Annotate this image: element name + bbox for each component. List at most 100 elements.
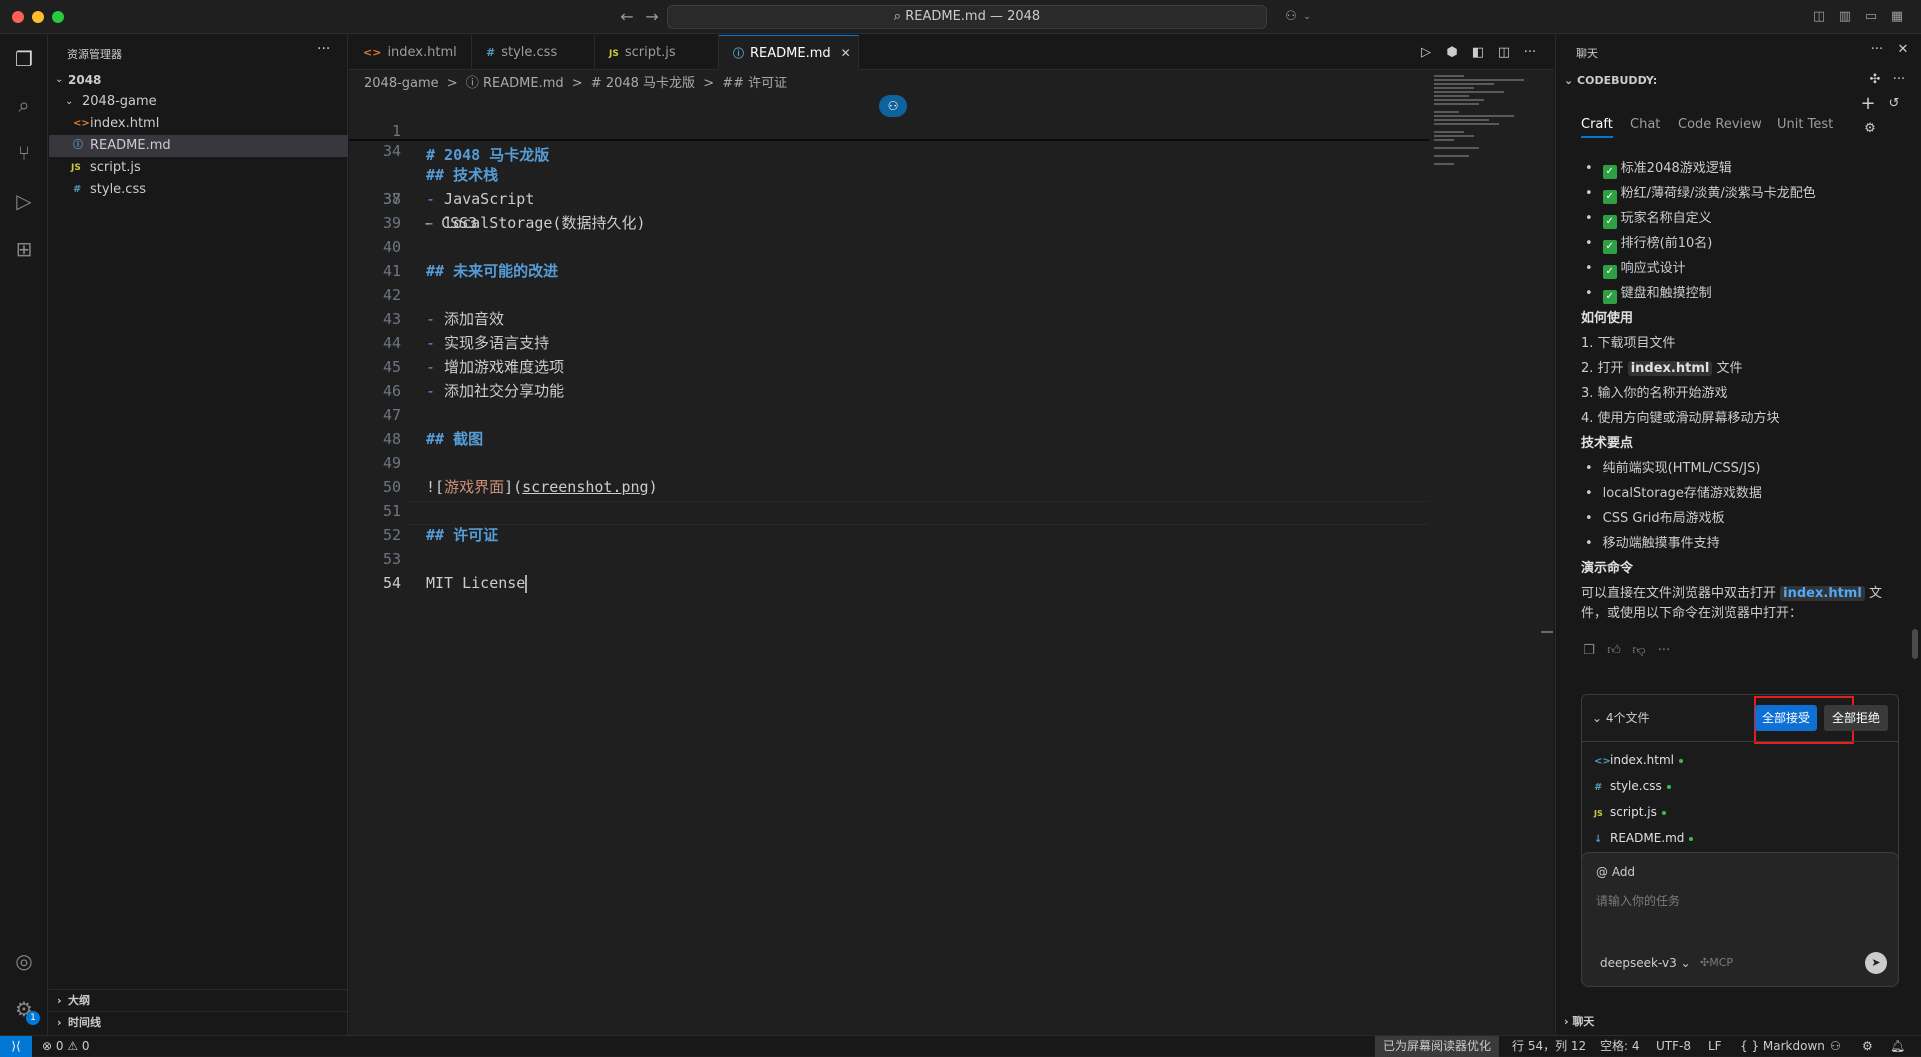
timeline-section[interactable]: › 时间线 [49,1011,348,1033]
breadcrumb-folder[interactable]: 2048-game [364,76,439,91]
breadcrumb-separator: > [703,76,715,91]
how-to-heading: 如何使用 [1581,311,1634,326]
minimap[interactable] [1434,73,1544,173]
how-to-step: 2. 打开 index.html 文件 [1581,361,1743,376]
tab-unit-test[interactable]: Unit Test [1777,117,1833,132]
close-window-button[interactable] [12,11,24,23]
codebuddy-icon[interactable]: ⬢ [1443,44,1461,62]
file-label: style.css [90,182,146,197]
tab-index-html[interactable]: <> index.html [349,35,472,70]
copy-icon[interactable]: ❐ [1581,643,1597,659]
search-icon[interactable]: ⌕ [10,91,38,119]
thumbs-down-icon[interactable]: 👎︎ [1631,643,1647,659]
tab-style-css[interactable]: # style.css [472,35,595,70]
problems-indicator[interactable]: ⊗ 0 ⚠ 0 [42,1036,90,1057]
history-icon[interactable]: ↺ [1885,95,1903,113]
explorer-icon[interactable]: ❐ [10,45,38,73]
css-file-icon: # [73,184,82,195]
tree-folder-2048-game[interactable]: ⌄ 2048-game [49,91,348,113]
model-selector[interactable]: deepseek-v3 ⌄ [1600,956,1691,970]
extensions-icon[interactable]: ⊞ [10,235,38,263]
accept-all-button[interactable]: 全部接受 [1755,705,1817,731]
close-icon[interactable]: ✕ [841,46,851,60]
index-html-link[interactable]: index.html [1780,586,1865,601]
inline-chat-icon[interactable]: ⚇ [879,95,907,117]
remote-icon[interactable]: ⟩⟨ [0,1036,32,1057]
mcp-button[interactable]: ✣MCP [1700,956,1733,969]
file-label: index.html [90,116,160,131]
settings-icon[interactable]: ⚙ [1861,120,1879,138]
tree-root-folder[interactable]: ⌄ 2048 [49,69,348,91]
send-icon[interactable]: ➤ [1865,952,1887,974]
codebuddy-logo-icon[interactable]: ✣ [1866,71,1884,89]
command-center[interactable]: ⌕ README.md — 2048 [667,5,1267,29]
language-mode[interactable]: { } Markdown [1740,1036,1825,1057]
tree-file-index-html[interactable]: <> index.html [49,113,348,135]
toggle-sidebar-icon[interactable]: ▥ [1836,8,1854,26]
reject-all-button[interactable]: 全部拒绝 [1824,705,1888,731]
maximize-window-button[interactable] [52,11,64,23]
tree-file-readme[interactable]: ⓘ README.md [49,135,348,157]
toggle-panel-icon[interactable]: ▭ [1862,8,1880,26]
info-file-icon: ⓘ [73,140,83,151]
tab-script-js[interactable]: JS script.js [595,35,719,70]
close-icon[interactable]: ✕ [1894,41,1912,59]
breadcrumb-symbol[interactable]: # 2048 马卡龙版 [591,76,695,91]
css-file-icon: # [1594,782,1603,793]
screen-reader-status[interactable]: 已为屏幕阅读器优化 [1375,1036,1500,1057]
tree-file-script-js[interactable]: JS script.js [49,157,348,179]
more-actions-icon[interactable]: ··· [1656,643,1672,659]
indentation[interactable]: 空格: 4 [1600,1036,1640,1057]
codebuddy-section-header[interactable]: ⌄ CODEBUDDY: [1564,74,1657,87]
arrow-left-icon[interactable]: ← [617,7,637,27]
arrow-right-icon[interactable]: → [642,7,662,27]
minimize-window-button[interactable] [32,11,44,23]
cursor-position[interactable]: 行 54，列 12 [1512,1036,1586,1057]
run-debug-icon[interactable]: ▷ [10,187,38,215]
add-context-button[interactable]: @ Add [1596,865,1635,879]
bell-icon[interactable]: 🔔︎ [1890,1036,1905,1057]
source-control-icon[interactable]: ⑂ [10,139,38,167]
tab-readme[interactable]: ⓘ README.md ✕ [719,35,859,70]
tab-chat[interactable]: Chat [1630,117,1660,132]
js-file-icon: JS [71,163,81,173]
account-icon[interactable]: ◎ [10,947,38,975]
changed-file-item[interactable]: # style.css [1594,776,1671,796]
changed-file-item[interactable]: <>index.html [1594,750,1683,770]
changed-files-toggle[interactable]: ⌄ 4个文件 [1592,709,1650,726]
outline-section[interactable]: › 大纲 [49,989,348,1011]
demo-text: 件，或使用以下命令在浏览器中打开： [1581,606,1803,621]
chat-scrollbar[interactable] [1912,629,1918,659]
chat-section-collapsed[interactable]: › 聊天 [1564,1013,1594,1029]
open-preview-icon[interactable]: ◧ [1469,44,1487,62]
sticky-line[interactable]: 34 ## 技术栈 [349,115,1429,184]
encoding[interactable]: UTF-8 [1656,1036,1691,1057]
split-editor-icon[interactable]: ◫ [1495,44,1513,62]
task-input[interactable] [1596,891,1886,911]
line-ending[interactable]: LF [1708,1036,1722,1057]
toggle-primary-sidebar-icon[interactable]: ◫ [1810,8,1828,26]
breadcrumb-symbol[interactable]: ## 许可证 [722,76,787,91]
more-actions-icon[interactable]: ··· [1890,71,1908,89]
more-actions-icon[interactable]: ··· [1521,44,1539,62]
plus-icon[interactable]: + [1859,95,1877,113]
tree-file-style-css[interactable]: # style.css [49,179,348,201]
file-label: script.js [90,160,141,175]
thumbs-up-icon[interactable]: 👍︎ [1606,643,1622,659]
run-icon[interactable]: ▷ [1417,44,1435,62]
copilot-status-icon[interactable]: ⚇ [1830,1036,1841,1057]
text-cursor [525,574,528,593]
changed-file-item[interactable]: JS script.js [1594,802,1666,822]
customize-layout-icon[interactable]: ▦ [1888,8,1906,26]
line-number: 49 [382,454,401,472]
codebuddy-status-icon[interactable]: ⚙ [1862,1036,1873,1057]
more-actions-icon[interactable]: ··· [1868,41,1886,59]
more-actions-icon[interactable]: ··· [317,41,330,57]
changed-file-item[interactable]: ↓ README.md [1594,828,1694,848]
code-text: - JavaScript [426,190,535,208]
chevron-down-icon[interactable]: ⌄ [1298,8,1316,26]
tab-code-review[interactable]: Code Review [1678,117,1762,132]
scrollbar-marker[interactable] [1541,631,1553,633]
breadcrumb-file[interactable]: ⓘ README.md [466,76,564,91]
tab-craft[interactable]: Craft [1581,117,1613,138]
